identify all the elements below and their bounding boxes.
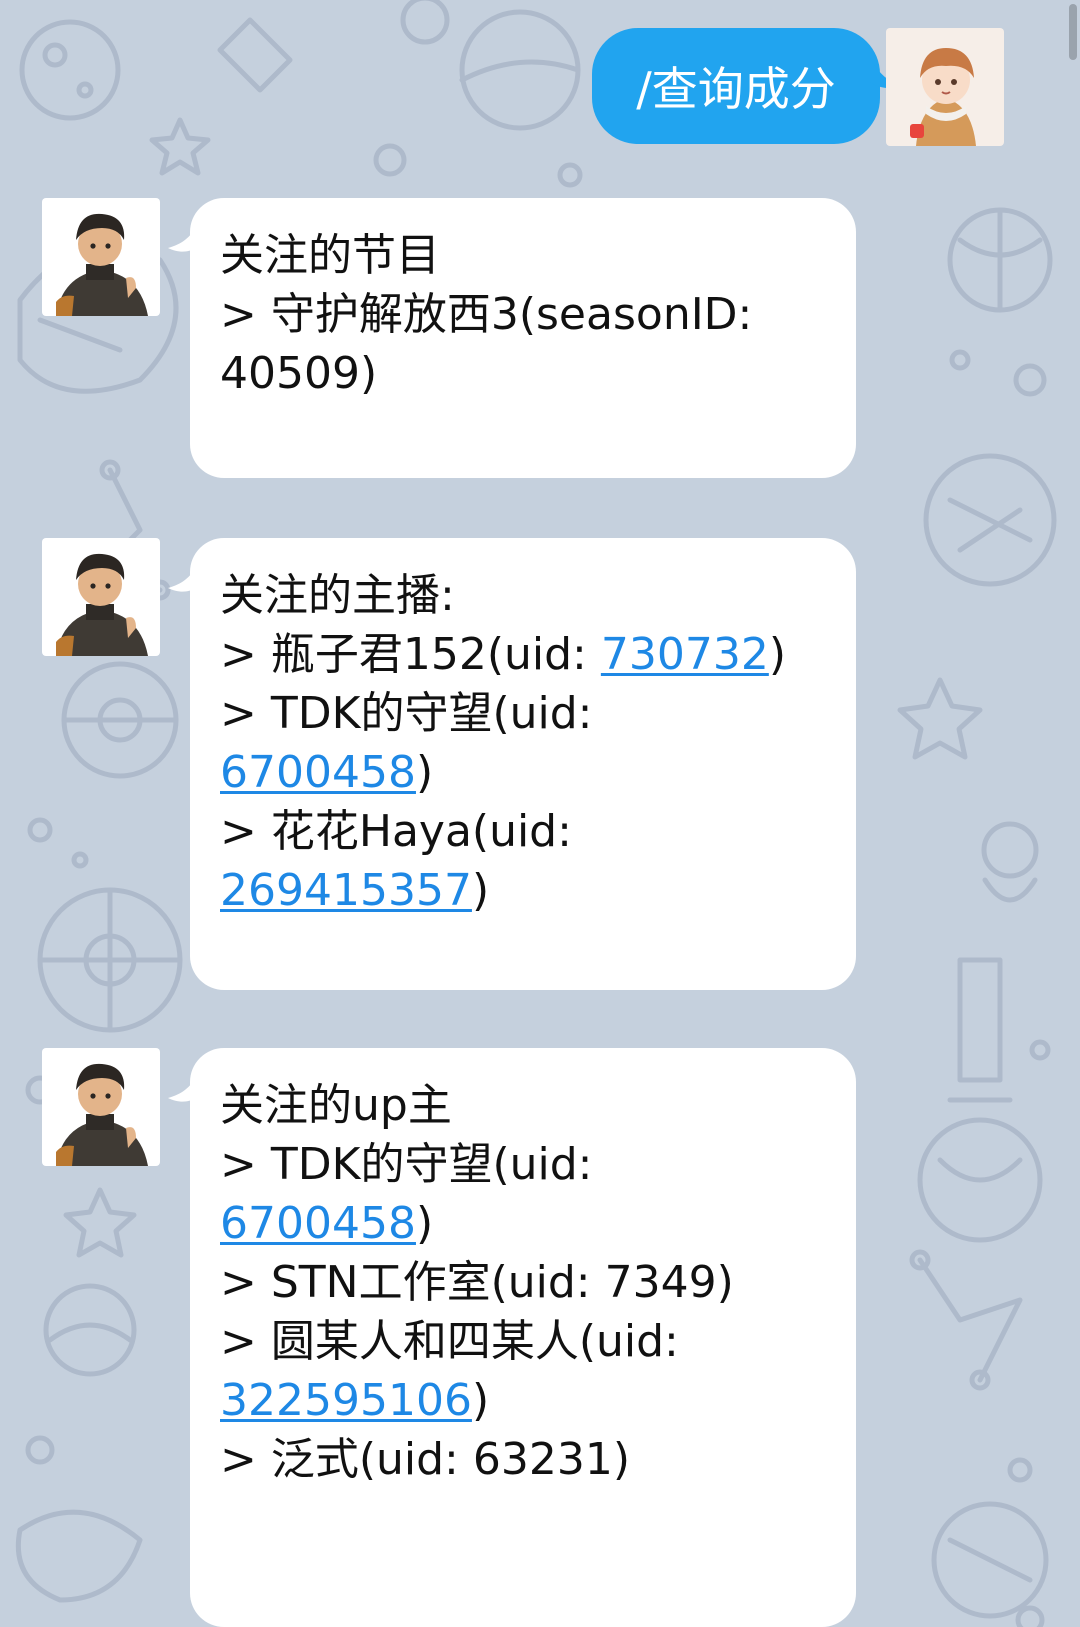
anime-man-avatar-icon: [42, 538, 160, 656]
anime-man-avatar-icon: [42, 1048, 160, 1166]
message-line: > 圆某人和四某人(uid:: [220, 1316, 679, 1367]
message-bubble-programs[interactable]: 关注的节目 > 守护解放西3(seasonID: 40509): [168, 198, 856, 478]
uid-link[interactable]: 6700458: [220, 747, 416, 798]
anime-man-avatar-icon: [42, 198, 160, 316]
anime-girl-avatar-icon: [886, 28, 1004, 146]
message-line: 关注的节目: [220, 230, 440, 281]
sent-message-text: /查询成分: [636, 62, 836, 116]
line-prefix: > 瓶子君152(uid:: [220, 629, 601, 680]
line-suffix: ): [415, 747, 434, 798]
user-avatar[interactable]: [886, 28, 1004, 146]
message-bubble-streamers[interactable]: 关注的主播: > 瓶子君152(uid: 730732) > TDK的守望(ui…: [168, 538, 856, 990]
line-suffix: ): [768, 629, 786, 680]
uid-link[interactable]: 730732: [601, 629, 769, 680]
message-line: > 花花Haya(uid:: [220, 806, 572, 857]
message-line: 6700458): [220, 743, 830, 802]
uid-link[interactable]: 6700458: [220, 1198, 416, 1249]
bubble-tail-icon: [168, 1074, 198, 1102]
message-line: > 瓶子君152(uid: 730732): [220, 625, 830, 684]
uid-link[interactable]: 269415357: [220, 865, 472, 916]
message-line: > 泛式(uid: 63231): [220, 1434, 631, 1485]
bot-avatar[interactable]: [42, 198, 160, 316]
message-line: 322595106): [220, 1371, 830, 1430]
bubble-tail-icon: [168, 564, 198, 592]
uid-link[interactable]: 322595106: [220, 1375, 472, 1426]
bubble-tail-icon: [168, 224, 198, 252]
sent-message-bubble[interactable]: /查询成分: [592, 28, 900, 144]
message-bubble-uploaders[interactable]: 关注的up主 > TDK的守望(uid: 6700458) > STN工作室(u…: [168, 1048, 856, 1627]
scrollbar[interactable]: [1069, 4, 1077, 60]
line-suffix: ): [471, 1375, 490, 1426]
message-line: 关注的up主: [220, 1080, 452, 1131]
bot-avatar[interactable]: [42, 538, 160, 656]
message-line: > STN工作室(uid: 7349): [220, 1257, 734, 1308]
message-line: 关注的主播:: [220, 570, 455, 621]
message-line: > 守护解放西3(seasonID:: [220, 289, 753, 340]
message-line: 40509): [220, 348, 378, 399]
message-line: 269415357): [220, 861, 830, 920]
line-suffix: ): [415, 1198, 434, 1249]
message-line: 6700458): [220, 1194, 830, 1253]
message-line: > TDK的守望(uid:: [220, 1139, 593, 1190]
line-suffix: ): [471, 865, 490, 916]
bot-avatar[interactable]: [42, 1048, 160, 1166]
message-line: > TDK的守望(uid:: [220, 688, 593, 739]
